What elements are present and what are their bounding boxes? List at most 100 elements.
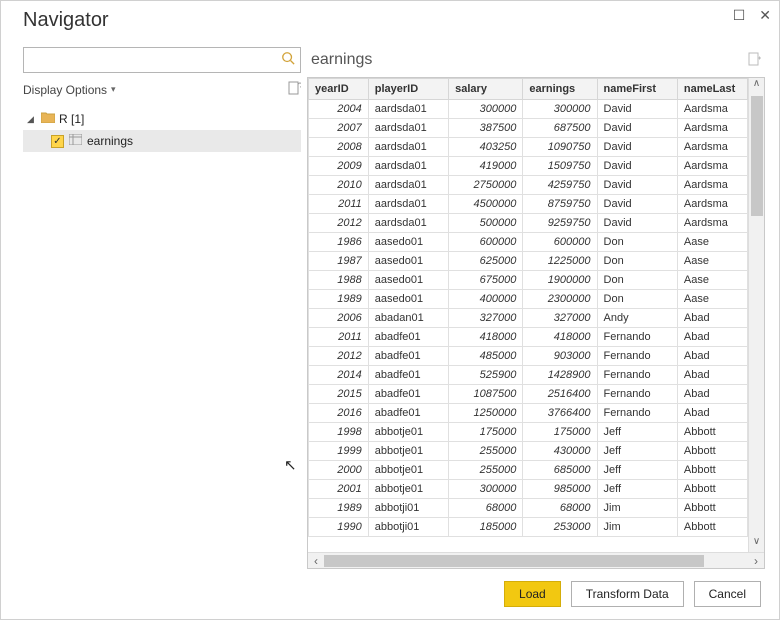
- table-cell: 300000: [523, 100, 597, 119]
- table-cell: 400000: [449, 290, 523, 309]
- table-cell: 68000: [523, 499, 597, 518]
- table-row[interactable]: 1999abbotje01255000430000JeffAbbott: [309, 442, 748, 461]
- table-row[interactable]: 2000abbotje01255000685000JeffAbbott: [309, 461, 748, 480]
- table-cell: Jeff: [597, 442, 677, 461]
- table-cell: Don: [597, 252, 677, 271]
- table-cell: 1990: [309, 518, 369, 537]
- table-cell: 685000: [523, 461, 597, 480]
- table-cell: abadfe01: [368, 404, 448, 423]
- tree-item-checkbox[interactable]: ✓: [51, 135, 64, 148]
- tree-root-node[interactable]: ◢ R [1]: [23, 108, 301, 130]
- table-row[interactable]: 2009aardsda014190001509750DavidAardsma: [309, 157, 748, 176]
- table-cell: Abad: [677, 404, 747, 423]
- table-cell: Aase: [677, 233, 747, 252]
- column-header[interactable]: nameFirst: [597, 79, 677, 100]
- table-row[interactable]: 2014abadfe015259001428900FernandoAbad: [309, 366, 748, 385]
- table-cell: Abad: [677, 366, 747, 385]
- table-row[interactable]: 2011abadfe01418000418000FernandoAbad: [309, 328, 748, 347]
- refresh-page-icon[interactable]: [288, 81, 301, 98]
- table-cell: Aase: [677, 290, 747, 309]
- table-cell: aardsda01: [368, 176, 448, 195]
- chevron-down-icon: ▾: [111, 84, 116, 95]
- table-row[interactable]: 2012aardsda015000009259750DavidAardsma: [309, 214, 748, 233]
- tree-item-earnings[interactable]: ✓ earnings: [23, 130, 301, 152]
- table-cell: Jeff: [597, 461, 677, 480]
- table-cell: Jim: [597, 499, 677, 518]
- tree-collapse-icon[interactable]: ◢: [27, 114, 37, 125]
- table-cell: 300000: [449, 480, 523, 499]
- table-cell: 2001: [309, 480, 369, 499]
- table-cell: 2012: [309, 347, 369, 366]
- table-cell: aasedo01: [368, 252, 448, 271]
- table-cell: aardsda01: [368, 195, 448, 214]
- table-cell: David: [597, 138, 677, 157]
- window-close-icon[interactable]: ✕: [759, 8, 771, 22]
- table-row[interactable]: 1989aasedo014000002300000DonAase: [309, 290, 748, 309]
- vertical-scrollbar[interactable]: ∧ ∨: [748, 78, 764, 552]
- table-cell: 9259750: [523, 214, 597, 233]
- search-input[interactable]: [23, 47, 301, 73]
- table-cell: abbotji01: [368, 499, 448, 518]
- table-cell: 4259750: [523, 176, 597, 195]
- table-cell: aasedo01: [368, 271, 448, 290]
- table-cell: Jeff: [597, 423, 677, 442]
- scroll-thumb-vertical[interactable]: [751, 96, 763, 216]
- table-row[interactable]: 2015abadfe0110875002516400FernandoAbad: [309, 385, 748, 404]
- scroll-up-icon[interactable]: ∧: [749, 78, 764, 94]
- table-row[interactable]: 2008aardsda014032501090750DavidAardsma: [309, 138, 748, 157]
- cancel-button[interactable]: Cancel: [694, 581, 761, 607]
- table-cell: 600000: [523, 233, 597, 252]
- table-cell: David: [597, 100, 677, 119]
- scroll-right-icon[interactable]: ›: [748, 554, 764, 568]
- table-cell: abbotje01: [368, 423, 448, 442]
- table-cell: abadfe01: [368, 347, 448, 366]
- table-cell: abbotje01: [368, 480, 448, 499]
- preview-options-icon[interactable]: [748, 52, 761, 69]
- table-cell: Fernando: [597, 385, 677, 404]
- table-row[interactable]: 2007aardsda01387500687500DavidAardsma: [309, 119, 748, 138]
- table-row[interactable]: 2010aardsda0127500004259750DavidAardsma: [309, 176, 748, 195]
- table-row[interactable]: 2011aardsda0145000008759750DavidAardsma: [309, 195, 748, 214]
- table-cell: 1988: [309, 271, 369, 290]
- transform-data-button[interactable]: Transform Data: [571, 581, 684, 607]
- table-cell: abadfe01: [368, 366, 448, 385]
- table-row[interactable]: 2016abadfe0112500003766400FernandoAbad: [309, 404, 748, 423]
- table-cell: aasedo01: [368, 233, 448, 252]
- table-row[interactable]: 1989abbotji016800068000JimAbbott: [309, 499, 748, 518]
- table-cell: Abad: [677, 385, 747, 404]
- table-row[interactable]: 2006abadan01327000327000AndyAbad: [309, 309, 748, 328]
- column-header[interactable]: yearID: [309, 79, 369, 100]
- tree-root-label: R [1]: [59, 112, 84, 126]
- table-row[interactable]: 1986aasedo01600000600000DonAase: [309, 233, 748, 252]
- table-row[interactable]: 1987aasedo016250001225000DonAase: [309, 252, 748, 271]
- column-header[interactable]: playerID: [368, 79, 448, 100]
- table-cell: 430000: [523, 442, 597, 461]
- table-cell: aardsda01: [368, 100, 448, 119]
- column-header[interactable]: salary: [449, 79, 523, 100]
- table-row[interactable]: 1998abbotje01175000175000JeffAbbott: [309, 423, 748, 442]
- window-maximize-icon[interactable]: ☐: [733, 8, 746, 22]
- scroll-left-icon[interactable]: ‹: [308, 554, 324, 568]
- table-row[interactable]: 2001abbotje01300000985000JeffAbbott: [309, 480, 748, 499]
- table-cell: 327000: [523, 309, 597, 328]
- table-cell: Aardsma: [677, 195, 747, 214]
- table-row[interactable]: 1990abbotji01185000253000JimAbbott: [309, 518, 748, 537]
- table-row[interactable]: 2004aardsda01300000300000DavidAardsma: [309, 100, 748, 119]
- table-cell: 2008: [309, 138, 369, 157]
- table-cell: David: [597, 195, 677, 214]
- column-header[interactable]: earnings: [523, 79, 597, 100]
- horizontal-scrollbar[interactable]: ‹ ›: [308, 552, 764, 568]
- column-header[interactable]: nameLast: [677, 79, 747, 100]
- load-button[interactable]: Load: [504, 581, 561, 607]
- table-cell: 255000: [449, 442, 523, 461]
- scroll-down-icon[interactable]: ∨: [749, 536, 764, 552]
- table-row[interactable]: 2012abadfe01485000903000FernandoAbad: [309, 347, 748, 366]
- table-row[interactable]: 1988aasedo016750001900000DonAase: [309, 271, 748, 290]
- display-options-dropdown[interactable]: Display Options ▾: [23, 81, 301, 98]
- table-cell: 1087500: [449, 385, 523, 404]
- table-cell: 2011: [309, 328, 369, 347]
- table-cell: 2300000: [523, 290, 597, 309]
- table-cell: 2016: [309, 404, 369, 423]
- table-cell: 2006: [309, 309, 369, 328]
- scroll-thumb-horizontal[interactable]: [324, 555, 704, 567]
